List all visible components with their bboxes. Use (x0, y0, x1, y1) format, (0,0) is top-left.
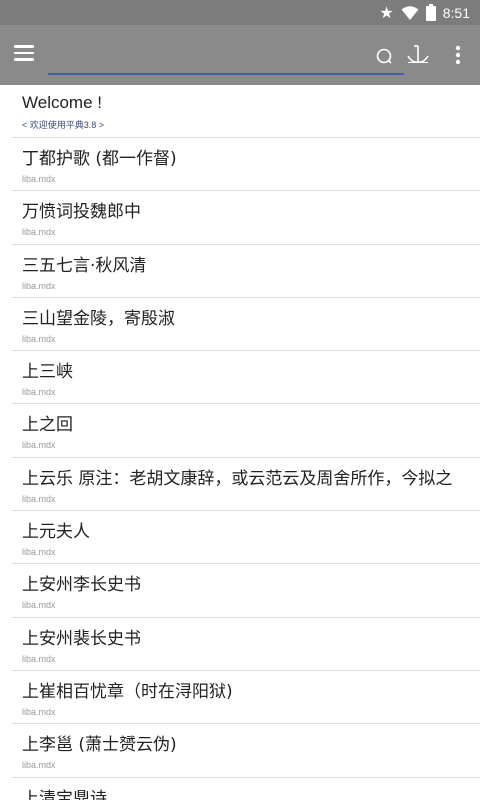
welcome-subtitle: < 欢迎使用平典3.8 > (22, 120, 105, 130)
entry-title: 上安州裴长史书 (22, 628, 141, 649)
welcome-title: Welcome ! (22, 93, 102, 112)
anchor-icon[interactable] (406, 43, 430, 67)
list-item[interactable]: 上三峡 liba.mdx (12, 351, 480, 405)
entry-source: liba.mdx (22, 760, 56, 771)
entry-source: liba.mdx (22, 280, 56, 291)
list-item[interactable]: 万愤词投魏郎中 liba.mdx (12, 191, 480, 245)
list-item[interactable]: 上元夫人 liba.mdx (12, 511, 480, 565)
list-item[interactable]: 三五七言·秋风清 liba.mdx (12, 245, 480, 298)
entry-title: 上清宝鼎诗 (22, 788, 107, 800)
list-item[interactable]: 上安州裴长史书 liba.mdx (12, 618, 480, 671)
entry-source: liba.mdx (22, 493, 56, 504)
entry-title: 丁都护歌 (都一作督) (22, 149, 177, 169)
entry-source: liba.mdx (22, 333, 56, 344)
list-item[interactable]: 三山望金陵，寄殷淑 liba.mdx (12, 298, 480, 352)
entry-source: liba.mdx (22, 174, 56, 184)
entry-source: liba.mdx (22, 227, 56, 238)
entry-title: 上李邕 (萧士赟云伪) (22, 735, 177, 756)
battery-icon (425, 4, 436, 21)
entry-source: liba.mdx (22, 706, 56, 717)
entry-source: liba.mdx (22, 440, 56, 451)
entry-title: 上之回 (22, 415, 73, 436)
status-bar: ★ 8:51 (0, 0, 480, 25)
welcome-header[interactable]: Welcome ! < 欢迎使用平典3.8 > (12, 85, 480, 138)
list-item[interactable]: 上安州李长史书 liba.mdx (12, 564, 480, 618)
entry-source: liba.mdx (22, 653, 56, 664)
list-item[interactable]: 上清宝鼎诗 (12, 778, 480, 800)
entry-title: 上安州李长史书 (22, 575, 141, 596)
entry-title: 上云乐 原注：老胡文康辞，或云范云及周舍所作，今拟之 (22, 468, 453, 489)
star-icon: ★ (379, 2, 394, 22)
entry-title: 三山望金陵，寄殷淑 (22, 308, 175, 329)
list-item[interactable]: 上崔相百忧章（时在浔阳狱) liba.mdx (12, 671, 480, 725)
status-icons: ★ 8:51 (379, 3, 470, 22)
entry-title: 上崔相百忧章（时在浔阳狱) (22, 681, 233, 702)
entry-source: liba.mdx (22, 600, 56, 611)
status-time: 8:51 (442, 4, 470, 21)
list-item[interactable]: 上之回 liba.mdx (12, 404, 480, 458)
entry-title: 万愤词投魏郎中 (22, 202, 141, 223)
search-input[interactable] (48, 39, 404, 75)
list-item[interactable]: 上李邕 (萧士赟云伪) liba.mdx (12, 724, 480, 778)
more-vertical-icon[interactable] (446, 43, 470, 67)
entry-title: 三五七言·秋风清 (22, 255, 147, 276)
entry-source: liba.mdx (22, 547, 56, 558)
toolbar (0, 25, 480, 85)
list-item[interactable]: 丁都护歌 (都一作督) liba.mdx (12, 138, 480, 192)
list-item[interactable]: 上云乐 原注：老胡文康辞，或云范云及周舍所作，今拟之 liba.mdx (12, 458, 480, 512)
entry-title: 上元夫人 (22, 522, 90, 543)
entry-title: 上三峡 (22, 362, 73, 383)
result-list: Welcome ! < 欢迎使用平典3.8 > 丁都护歌 (都一作督) liba.… (0, 85, 480, 800)
entry-source: liba.mdx (22, 387, 56, 398)
search-icon[interactable] (372, 43, 396, 67)
hamburger-menu-icon[interactable] (14, 45, 34, 61)
wifi-icon (401, 5, 419, 20)
